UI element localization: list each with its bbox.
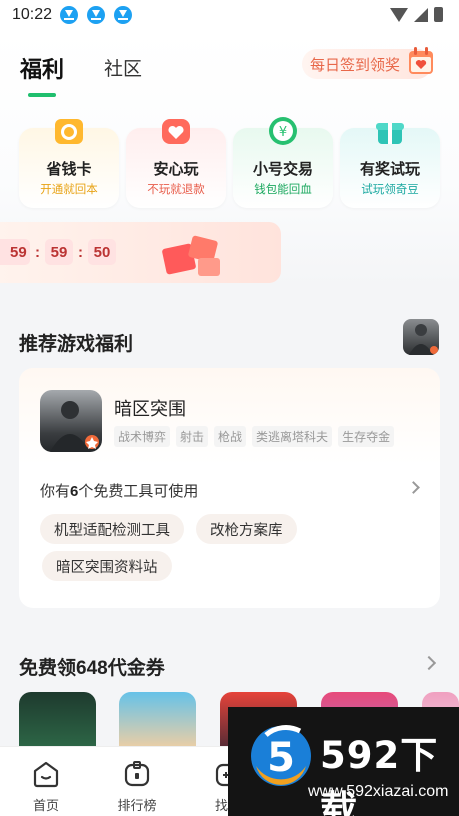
feature-card-title: 安心玩	[153, 161, 199, 178]
game-tag: 生存夺金	[338, 426, 395, 447]
timer-separator: :	[78, 243, 83, 261]
nav-label: 排行榜	[117, 798, 157, 813]
tool-chip-gun-mod[interactable]: 改枪方案库	[196, 514, 297, 544]
feature-card-shengqianka[interactable]: 省钱卡 开通就回本	[19, 119, 119, 208]
timer-minutes: 59	[45, 239, 73, 265]
timer-seconds: 50	[88, 239, 116, 265]
feature-card-anxinwan[interactable]: 安心玩 不玩就退款	[126, 119, 226, 208]
592-logo-icon: 5	[251, 724, 311, 786]
feature-card-subtitle: 试玩领奇豆	[361, 184, 419, 196]
home-icon	[33, 761, 59, 788]
gamepad-icon	[124, 761, 150, 787]
timer-hours: 59	[0, 239, 30, 265]
wifi-icon	[390, 7, 408, 22]
free-voucher-section-title: 免费领648代金券	[19, 658, 165, 679]
feature-card-title: 省钱卡	[46, 161, 92, 178]
game-tag: 类逃离塔科夫	[252, 426, 333, 447]
recommend-game-thumbnail[interactable]	[403, 319, 439, 355]
game-tag: 战术博弈	[114, 426, 171, 447]
timer-separator: :	[35, 243, 40, 261]
game-icon[interactable]	[40, 390, 102, 452]
promo-banner[interactable]: 59 : 59 : 50	[0, 222, 281, 283]
feature-card-xiaohaojiaoyi[interactable]: ¥ 小号交易 钱包能回血	[233, 117, 333, 208]
calendar-gift-icon	[409, 47, 433, 74]
game-tag: 射击	[176, 426, 209, 447]
status-time: 10:22	[12, 6, 53, 23]
feature-card-subtitle: 钱包能回血	[254, 184, 312, 196]
soldier-figure-icon	[409, 324, 438, 355]
gift-box-icon	[376, 123, 404, 144]
voucher-game-thumbnail[interactable]	[19, 692, 96, 752]
feature-card-title: 有奖试玩	[359, 161, 420, 178]
signin-label: 每日签到领奖	[310, 56, 401, 74]
feature-card-subtitle: 开通就回本	[40, 184, 98, 196]
tools-suffix: 个免费工具可使用	[78, 483, 199, 500]
watermark-overlay: 5 592下载 www.592xiazai.com	[228, 707, 459, 816]
download-icon	[87, 6, 106, 24]
daily-signin-button[interactable]: 每日签到领奖	[302, 47, 433, 79]
soldier-figure-icon	[50, 401, 99, 452]
hand-heart-icon	[162, 119, 190, 144]
tab-shequ[interactable]: 社区	[104, 54, 142, 81]
tool-chip-wiki[interactable]: 暗区突围资料站	[42, 551, 172, 581]
signal-icon	[414, 7, 428, 22]
feature-card-title: 小号交易	[252, 161, 313, 178]
chevron-right-icon[interactable]	[421, 655, 437, 671]
watermark-brand: 592下载	[320, 734, 439, 816]
coin-wallet-icon	[55, 119, 83, 144]
countdown-timer: 59 : 59 : 50	[0, 239, 116, 265]
game-name: 暗区突围	[114, 399, 186, 419]
yuan-exchange-icon: ¥	[269, 117, 297, 145]
gift-box-illustration	[162, 235, 220, 276]
download-icon	[114, 6, 133, 24]
free-tools-row[interactable]: 你有6个免费工具可使用	[40, 480, 198, 501]
voucher-game-thumbnail[interactable]	[119, 692, 196, 752]
game-welfare-panel: 暗区突围 战术博弈 射击 枪战 类逃离塔科夫 生存夺金 你有6个免费工具可使用 …	[19, 368, 440, 608]
game-tag: 枪战	[214, 426, 247, 447]
recommend-section-title: 推荐游戏福利	[19, 334, 134, 355]
svg-text:5: 5	[267, 735, 295, 781]
feature-card-subtitle: 不玩就退款	[147, 184, 205, 196]
status-bar: 10:22	[0, 0, 459, 30]
svg-text:¥: ¥	[279, 125, 287, 140]
feature-card-youjiangshiwan[interactable]: 有奖试玩 试玩领奇豆	[340, 123, 440, 208]
nav-ranking[interactable]: 排行榜	[107, 747, 167, 816]
battery-icon	[434, 7, 443, 22]
tool-chip-device-check[interactable]: 机型适配检测工具	[40, 514, 184, 544]
active-tab-indicator	[28, 93, 56, 97]
nav-home[interactable]: 首页	[16, 747, 76, 816]
nav-label: 首页	[32, 798, 59, 813]
game-tags: 战术博弈 射击 枪战 类逃离塔科夫 生存夺金	[114, 426, 395, 447]
download-icon	[60, 6, 79, 24]
tools-prefix: 你有	[40, 483, 71, 500]
tab-fuli[interactable]: 福利	[20, 52, 64, 84]
watermark-url: www.592xiazai.com	[308, 783, 449, 800]
chevron-right-icon[interactable]	[407, 481, 420, 494]
